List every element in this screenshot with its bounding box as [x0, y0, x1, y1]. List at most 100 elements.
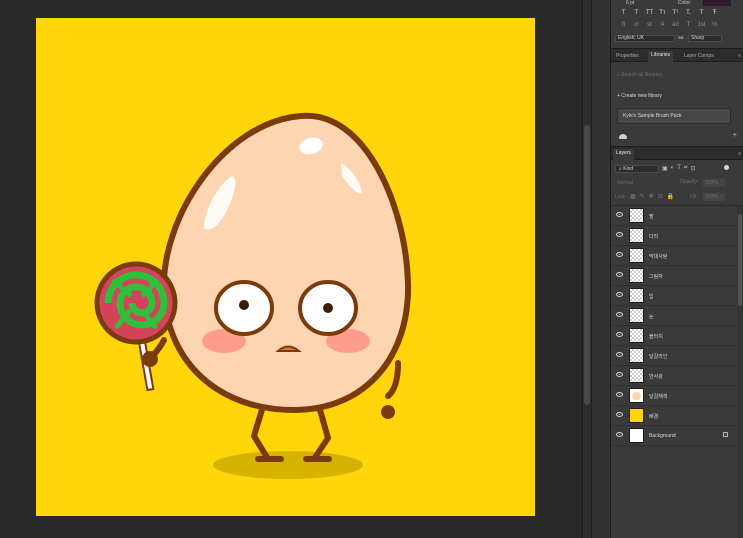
layers-list: 팔 다리 막대사탕 그림자 입 눈 볼터치 달걀라인 반사광 달걀채색 배경 B…: [611, 205, 743, 538]
lock-icons: ▦ ✎ ✥ ⊟ 🔒: [630, 193, 674, 200]
layer-name: 눈: [649, 314, 654, 320]
all-caps-button[interactable]: TT: [645, 10, 654, 16]
ligatures-button[interactable]: fi: [619, 22, 628, 28]
opacity-label: Opacity:: [680, 179, 699, 185]
pixel-filter-icon[interactable]: ▣: [662, 165, 668, 172]
visibility-eye-icon[interactable]: [616, 312, 623, 317]
opacity-field[interactable]: 100%: [703, 179, 725, 187]
faux-italic-button[interactable]: T: [632, 10, 641, 16]
layer-row[interactable]: 팔: [611, 206, 735, 226]
lock-artboard-icon[interactable]: ⊟: [658, 193, 663, 200]
pupil-right: [323, 303, 333, 313]
right-hand: [381, 405, 395, 419]
visibility-eye-icon[interactable]: [616, 352, 623, 357]
layer-thumbnail: [629, 228, 644, 243]
library-search-input[interactable]: ⌕ Search all libraries: [617, 70, 735, 80]
visibility-eye-icon[interactable]: [616, 272, 623, 277]
lock-pixels-icon[interactable]: ✎: [640, 193, 645, 200]
kind-filter-label: Kind: [623, 166, 634, 172]
layer-row[interactable]: 그림자: [611, 266, 735, 286]
fractions-button[interactable]: ½: [710, 22, 719, 28]
layer-row[interactable]: 입: [611, 286, 735, 306]
layer-thumbnail: [629, 388, 644, 403]
library-footer: +: [611, 132, 743, 142]
layer-name: 볼터치: [649, 334, 663, 340]
canvas-scrollbar-thumb[interactable]: [584, 125, 590, 405]
blend-mode-select[interactable]: Normal: [615, 179, 665, 187]
titling-alternates-button[interactable]: T: [684, 22, 693, 28]
layer-row[interactable]: 눈: [611, 306, 735, 326]
layers-tabbar: Layers ≡: [611, 146, 743, 161]
layer-thumbnail: [629, 428, 644, 443]
tab-layer-comps[interactable]: Layer Comps: [681, 52, 717, 62]
layer-lock-icon: [723, 432, 728, 437]
visibility-eye-icon[interactable]: [616, 292, 623, 297]
swash-button[interactable]: A: [658, 22, 667, 28]
layer-row[interactable]: 배경: [611, 406, 735, 426]
layer-name: 팔: [649, 214, 654, 220]
small-caps-button[interactable]: Tт: [658, 10, 667, 16]
visibility-eye-icon[interactable]: [616, 412, 623, 417]
layer-row[interactable]: 막대사탕: [611, 246, 735, 266]
old-style-button[interactable]: ơ: [632, 22, 641, 28]
faux-bold-button[interactable]: T: [619, 10, 628, 16]
visibility-eye-icon[interactable]: [616, 332, 623, 337]
superscript-button[interactable]: T¹: [671, 10, 680, 16]
antialias-icon: aa: [678, 35, 684, 41]
antialias-select[interactable]: Sharp: [688, 35, 722, 42]
search-icon: ⌕: [619, 166, 622, 172]
visibility-eye-icon[interactable]: [616, 232, 623, 237]
add-icon[interactable]: +: [733, 132, 737, 139]
library-panel-menu-icon[interactable]: ≡: [738, 53, 741, 59]
stylistic-alternates-button[interactable]: ad: [671, 22, 680, 28]
visibility-eye-icon[interactable]: [616, 252, 623, 257]
tab-properties[interactable]: Properties: [613, 52, 642, 62]
layer-toolbar: ⌕ Kind ▣ ◐ T ⌗ ⊡ Normal Opacity: 100% Lo…: [611, 161, 743, 205]
create-library-button[interactable]: + Create new library: [617, 93, 662, 99]
shape-filter-icon[interactable]: ⌗: [684, 165, 687, 172]
lock-all-icon[interactable]: 🔒: [667, 193, 674, 200]
canvas-area[interactable]: [0, 0, 582, 538]
layer-row[interactable]: 달걀라인: [611, 346, 735, 366]
strikethrough-button[interactable]: Ŧ: [710, 10, 719, 16]
layer-row[interactable]: Background: [611, 426, 735, 446]
layer-row[interactable]: 반사광: [611, 366, 735, 386]
fill-field[interactable]: 100%: [703, 193, 725, 201]
layer-name: 입: [649, 294, 654, 300]
layer-row[interactable]: 달걀채색: [611, 386, 735, 406]
layer-thumbnail: [629, 288, 644, 303]
font-size-value[interactable]: 6 pt: [626, 0, 634, 6]
type-filter-icon[interactable]: T: [677, 165, 681, 172]
ordinals-button[interactable]: 1st: [697, 22, 706, 28]
layer-name: 그림자: [649, 274, 663, 280]
discretionary-ligatures-button[interactable]: st: [645, 22, 654, 28]
adjustment-filter-icon[interactable]: ◐: [671, 165, 675, 172]
underline-button[interactable]: T: [697, 10, 706, 16]
artboard[interactable]: [36, 18, 535, 516]
subscript-button[interactable]: T,: [684, 10, 693, 16]
right-panel: 6 pt Color: T T TT Tт T¹ T, T Ŧ fi ơ st …: [610, 0, 743, 538]
layers-scrollbar[interactable]: [737, 206, 743, 538]
visibility-eye-icon[interactable]: [616, 392, 623, 397]
visibility-eye-icon[interactable]: [616, 372, 623, 377]
layer-thumbnail: [629, 348, 644, 363]
kind-filter-select[interactable]: ⌕ Kind: [615, 165, 659, 173]
tab-layers[interactable]: Layers: [613, 149, 635, 161]
language-select[interactable]: English: UK: [615, 35, 675, 42]
library-search-placeholder: Search all libraries: [621, 72, 663, 78]
smart-object-filter-icon[interactable]: ⊡: [690, 165, 695, 172]
lock-transparency-icon[interactable]: ▦: [630, 193, 636, 200]
lock-position-icon[interactable]: ✥: [649, 193, 654, 200]
layer-row[interactable]: 다리: [611, 226, 735, 246]
layers-scrollbar-thumb[interactable]: [738, 214, 742, 306]
library-item[interactable]: Kyle's Sample Brush Pack: [617, 108, 731, 124]
visibility-eye-icon[interactable]: [616, 212, 623, 217]
layer-row[interactable]: 볼터치: [611, 326, 735, 346]
layers-panel-menu-icon[interactable]: ≡: [738, 151, 741, 157]
visibility-eye-icon[interactable]: [616, 432, 623, 437]
canvas-scrollbar[interactable]: [582, 0, 591, 538]
cloud-icon[interactable]: [619, 134, 627, 139]
layer-thumbnail: [629, 368, 644, 383]
color-swatch[interactable]: [703, 0, 731, 6]
filter-toggle[interactable]: [724, 165, 729, 170]
